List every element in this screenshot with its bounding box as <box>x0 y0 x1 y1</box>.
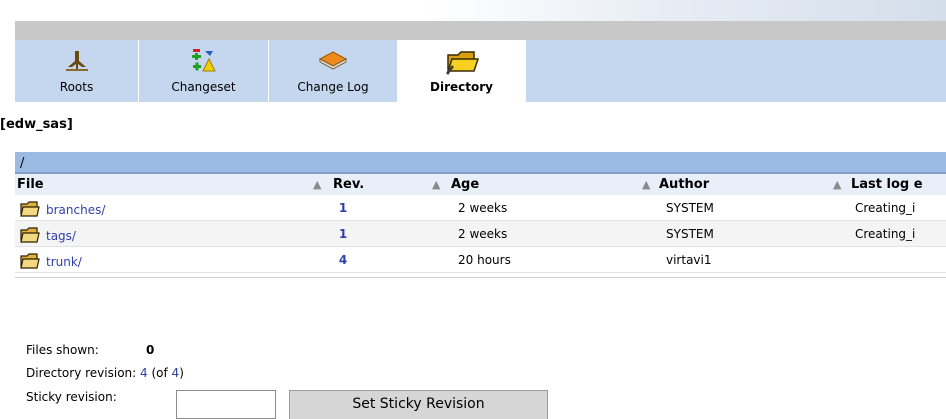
tab-changelog[interactable]: Change Log <box>269 40 398 102</box>
current-path: / <box>20 156 25 171</box>
sticky-revision-input[interactable] <box>176 390 276 419</box>
directory-table: / File ▲︎ Rev. ▲︎ Age ▲︎ Author ▲︎ Last … <box>15 152 946 278</box>
book-icon <box>317 47 349 76</box>
log-cell: Creating_i <box>855 201 916 215</box>
table-bottom-divider <box>15 273 946 278</box>
table-row: trunk/ 4 20 hours virtavi1 <box>15 247 946 273</box>
file-link[interactable]: trunk/ <box>20 253 82 272</box>
log-cell: Creating_i <box>855 227 916 241</box>
folder-icon <box>20 253 40 272</box>
folder-icon <box>444 47 480 78</box>
folder-icon <box>20 227 40 246</box>
dir-rev-of-suffix: ) <box>179 366 184 380</box>
sticky-revision-label: Sticky revision: <box>26 390 117 404</box>
sort-rev-icon[interactable]: ▲︎ <box>432 178 440 191</box>
tab-bar: Roots Changeset Change Log Directory <box>15 40 946 102</box>
dir-rev-link[interactable]: 4 <box>140 366 148 380</box>
table-header: File ▲︎ Rev. ▲︎ Age ▲︎ Author ▲︎ Last lo… <box>15 174 946 195</box>
tab-changeset-label: Changeset <box>171 80 236 94</box>
repository-name: [edw_sas] <box>0 117 73 132</box>
tab-roots-label: Roots <box>59 80 94 94</box>
file-name: tags/ <box>46 229 76 243</box>
column-rev[interactable]: Rev. <box>333 177 364 192</box>
file-link[interactable]: branches/ <box>20 201 105 220</box>
dir-rev-label: Directory revision: <box>26 366 137 380</box>
revision-link[interactable]: 1 <box>328 227 358 241</box>
table-row: branches/ 1 2 weeks SYSTEM Creating_i <box>15 195 946 221</box>
age-cell: 20 hours <box>458 253 511 267</box>
column-last-log[interactable]: Last log e <box>851 177 923 192</box>
top-gradient-bar <box>0 0 946 21</box>
author-cell: SYSTEM <box>666 227 714 241</box>
file-name: branches/ <box>46 203 106 217</box>
column-age[interactable]: Age <box>451 177 479 192</box>
dir-rev-of-prefix: (of <box>147 366 172 380</box>
table-row: tags/ 1 2 weeks SYSTEM Creating_i <box>15 221 946 247</box>
column-author[interactable]: Author <box>659 177 709 192</box>
tree-icon <box>64 47 90 76</box>
set-sticky-revision-button[interactable]: Set Sticky Revision <box>289 390 548 419</box>
revision-link[interactable]: 4 <box>328 253 358 267</box>
tab-changelog-label: Change Log <box>297 80 369 94</box>
files-shown: Files shown: 0 <box>26 343 154 357</box>
file-link[interactable]: tags/ <box>20 227 76 246</box>
file-name: trunk/ <box>46 255 82 269</box>
directory-revision: Directory revision: 4 (of 4) <box>26 366 184 380</box>
tab-directory[interactable]: Directory <box>398 40 526 102</box>
path-bar: / <box>15 152 946 174</box>
files-shown-value: 0 <box>146 343 155 357</box>
tab-changeset[interactable]: Changeset <box>139 40 269 102</box>
sort-file-icon[interactable]: ▲︎ <box>313 178 321 191</box>
folder-icon <box>20 201 40 220</box>
age-cell: 2 weeks <box>458 227 508 241</box>
changeset-icon <box>189 47 219 78</box>
tab-directory-label: Directory <box>430 80 493 94</box>
author-cell: SYSTEM <box>666 201 714 215</box>
sort-age-icon[interactable]: ▲︎ <box>642 178 650 191</box>
sort-author-icon[interactable]: ▲︎ <box>833 178 841 191</box>
header-strip <box>15 21 946 40</box>
author-cell: virtavi1 <box>666 253 712 267</box>
column-file[interactable]: File <box>17 177 44 192</box>
age-cell: 2 weeks <box>458 201 508 215</box>
files-shown-label: Files shown: <box>26 343 99 357</box>
revision-link[interactable]: 1 <box>328 201 358 215</box>
tab-roots[interactable]: Roots <box>15 40 139 102</box>
